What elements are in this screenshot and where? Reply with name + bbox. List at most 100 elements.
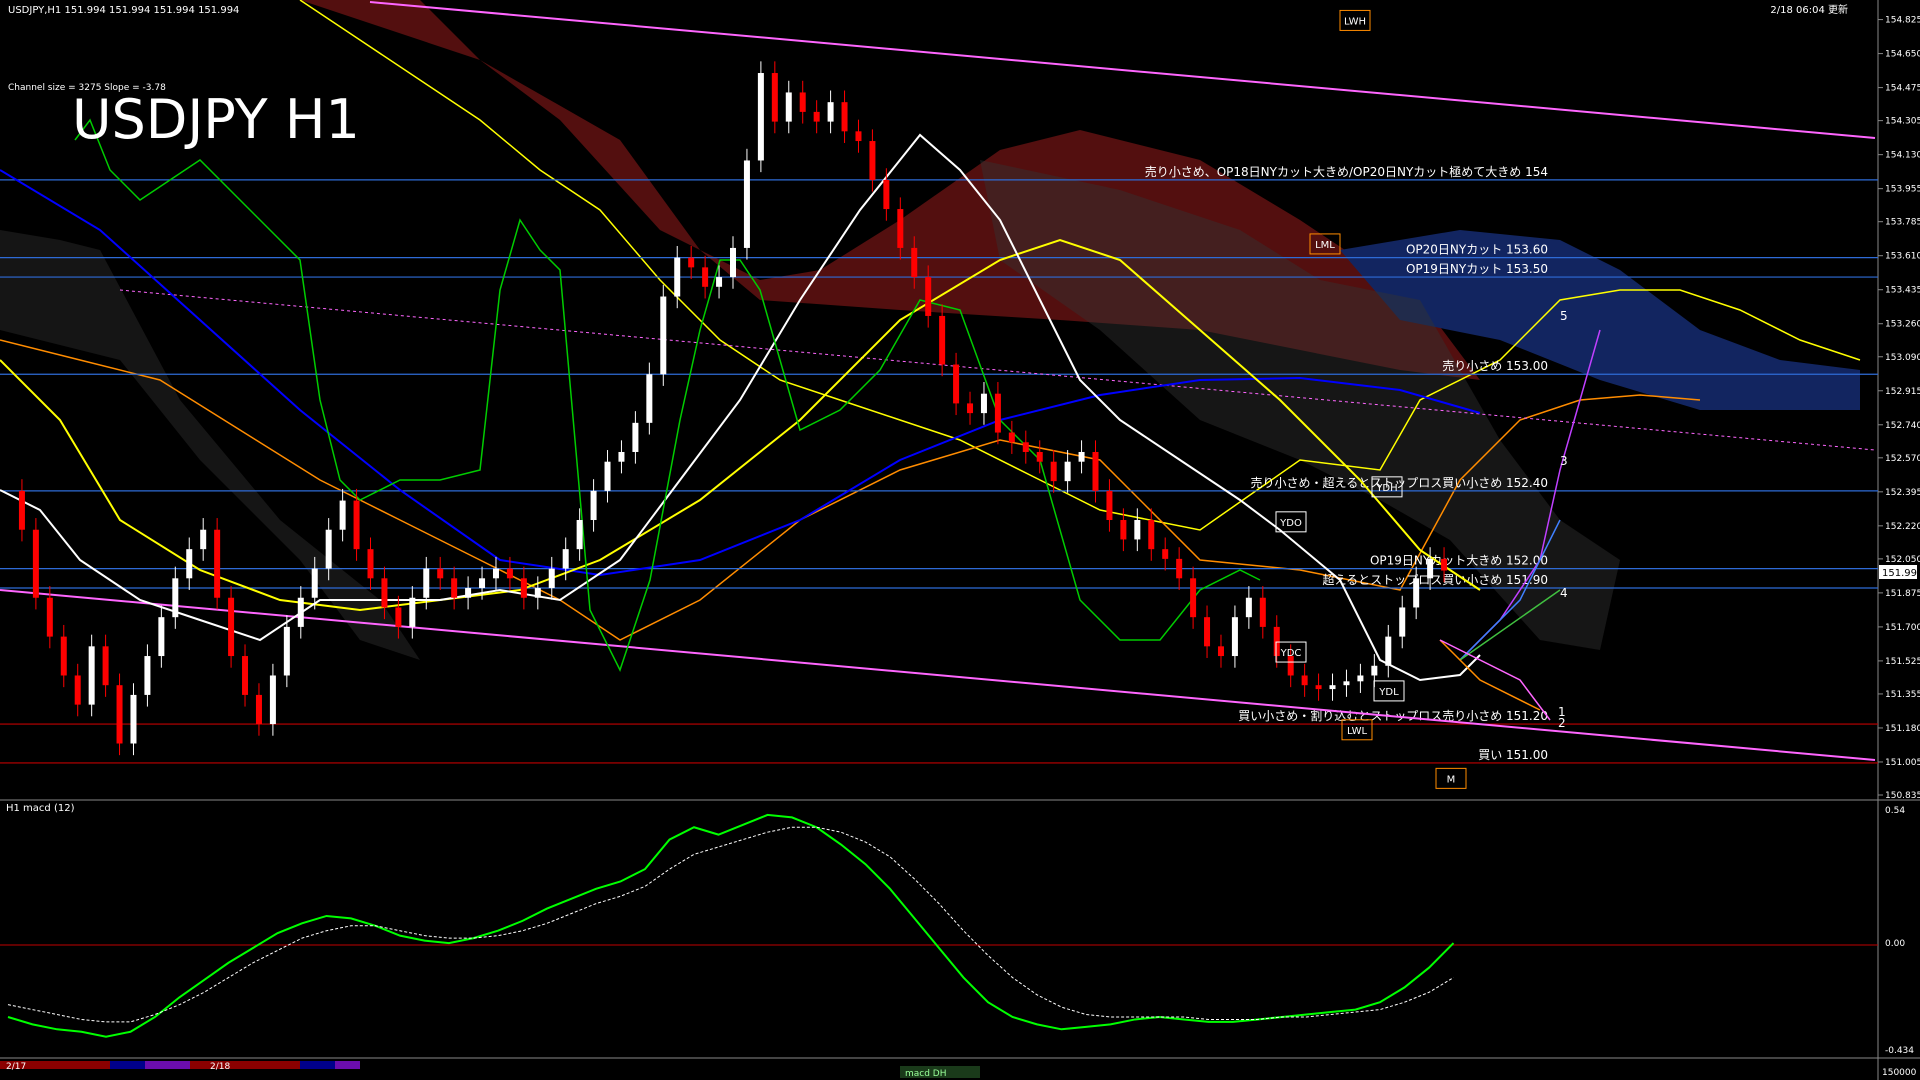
candle-body — [116, 685, 123, 744]
candle-body — [395, 607, 402, 627]
symbol-info: USDJPY,H1 151.994 151.994 151.994 151.99… — [8, 5, 239, 16]
candle-body — [1231, 617, 1238, 657]
macd-axis-tick: -0.434 — [1885, 1046, 1914, 1056]
candle-body — [18, 490, 25, 530]
marker-label: LML — [1315, 240, 1335, 251]
candle-body — [1120, 520, 1127, 540]
candle-body — [1134, 520, 1141, 540]
candle-body — [618, 451, 625, 462]
marker-label: M — [1447, 774, 1456, 785]
candle-body — [967, 403, 974, 414]
candle-body — [158, 617, 165, 657]
candle-body — [799, 92, 806, 112]
marker-label: YDO — [1279, 518, 1302, 529]
price-axis-tick: 151.180 — [1885, 724, 1920, 734]
marker-label: YDL — [1378, 687, 1399, 698]
candle-body — [1399, 607, 1406, 637]
price-axis-tick: 152.050 — [1885, 555, 1920, 565]
macd-title: H1 macd (12) — [6, 803, 75, 814]
candle-body — [381, 578, 388, 608]
candle-body — [646, 374, 653, 423]
candle-body — [939, 315, 946, 365]
candle-body — [1371, 665, 1378, 676]
candle-body — [60, 636, 67, 676]
candle-body — [771, 73, 778, 122]
candle-body — [590, 490, 597, 521]
candle-body — [897, 209, 904, 248]
level-label: 買い 151.00 — [1478, 748, 1548, 762]
price-axis-tick: 153.955 — [1885, 185, 1920, 195]
candle-body — [994, 393, 1001, 433]
macd-panel: H1 macd (12) 0.54 0.00 -0.434 — [0, 803, 1914, 1056]
price-axis: 154.825 154.650 154.475 154.305 154.130 153.9… — [1878, 16, 1920, 801]
candle-body — [1245, 597, 1252, 618]
candle-body — [883, 179, 890, 210]
candle-body — [32, 529, 39, 598]
candle-body — [953, 364, 960, 404]
price-axis-tick: 153.090 — [1885, 353, 1920, 363]
candle-body — [1176, 558, 1183, 579]
price-axis-tick: 151.700 — [1885, 623, 1920, 633]
price-axis-tick: 154.305 — [1885, 117, 1920, 127]
candle-body — [1385, 636, 1392, 666]
candle-body — [1427, 558, 1434, 579]
candle-body — [242, 656, 249, 695]
price-axis-tick: 154.130 — [1885, 151, 1920, 161]
price-axis-tick: 153.785 — [1885, 218, 1920, 228]
wave-label: 5 — [1560, 309, 1568, 323]
marker-label: LWH — [1344, 16, 1366, 27]
candle-body — [74, 675, 81, 705]
level-label: OP19日NYカット大きめ 152.00 — [1370, 554, 1548, 568]
candle-body — [172, 578, 179, 618]
candle-body — [1343, 681, 1350, 686]
candle-body — [1273, 626, 1280, 657]
datetime: 2/18 06:04 更新 — [1770, 3, 1848, 16]
candle-body — [911, 247, 918, 278]
candle-body — [576, 520, 583, 550]
candle-body — [1259, 597, 1266, 627]
candle-body — [730, 247, 736, 278]
candle-body — [367, 549, 374, 579]
wave-label: 2 — [1558, 716, 1566, 730]
candle-body — [46, 597, 53, 637]
candle-body — [1315, 685, 1322, 690]
candle-body — [479, 578, 486, 589]
candle-body — [1217, 646, 1224, 657]
candle-body — [130, 694, 137, 744]
candle-body — [1148, 520, 1155, 550]
candle-body — [1064, 461, 1071, 482]
candle-body — [688, 257, 695, 268]
candle-body — [506, 568, 513, 579]
candle-body — [702, 267, 709, 287]
level-label: 売り小さめ 153.00 — [1442, 358, 1548, 373]
candle-body — [632, 422, 639, 452]
price-axis-tick: 153.435 — [1885, 286, 1920, 296]
candle-body — [1329, 685, 1336, 690]
candle-body — [1106, 490, 1113, 521]
candle-body — [228, 597, 235, 657]
candle-body — [925, 277, 932, 316]
candle-body — [841, 102, 848, 132]
candle-body — [1050, 461, 1057, 482]
level-label: 超えるとストップロス買い小さめ 151.90 — [1323, 572, 1548, 587]
price-axis-tick: 154.475 — [1885, 84, 1920, 94]
candle-body — [297, 597, 304, 627]
current-price-label: 151.994 — [1882, 568, 1920, 579]
price-axis-tick: 152.395 — [1885, 488, 1920, 498]
candle-body — [855, 131, 862, 142]
candle-body — [660, 296, 667, 375]
candle-body — [520, 578, 527, 598]
marker-label: LWL — [1347, 726, 1368, 737]
marker-label: YDH — [1375, 483, 1397, 494]
macd-note: macd DH — [905, 1069, 947, 1079]
candle-body — [423, 568, 430, 598]
candle-body — [144, 656, 151, 695]
price-axis-tick: 151.525 — [1885, 657, 1920, 667]
date-tick-1: 2/17 — [6, 1062, 26, 1072]
candle-body — [1022, 442, 1029, 452]
candle-body — [451, 578, 458, 598]
macd-signal-line — [7, 826, 1454, 1023]
candle-body — [186, 549, 193, 579]
price-axis-tick: 152.220 — [1885, 522, 1920, 532]
candle-body — [1162, 549, 1169, 559]
